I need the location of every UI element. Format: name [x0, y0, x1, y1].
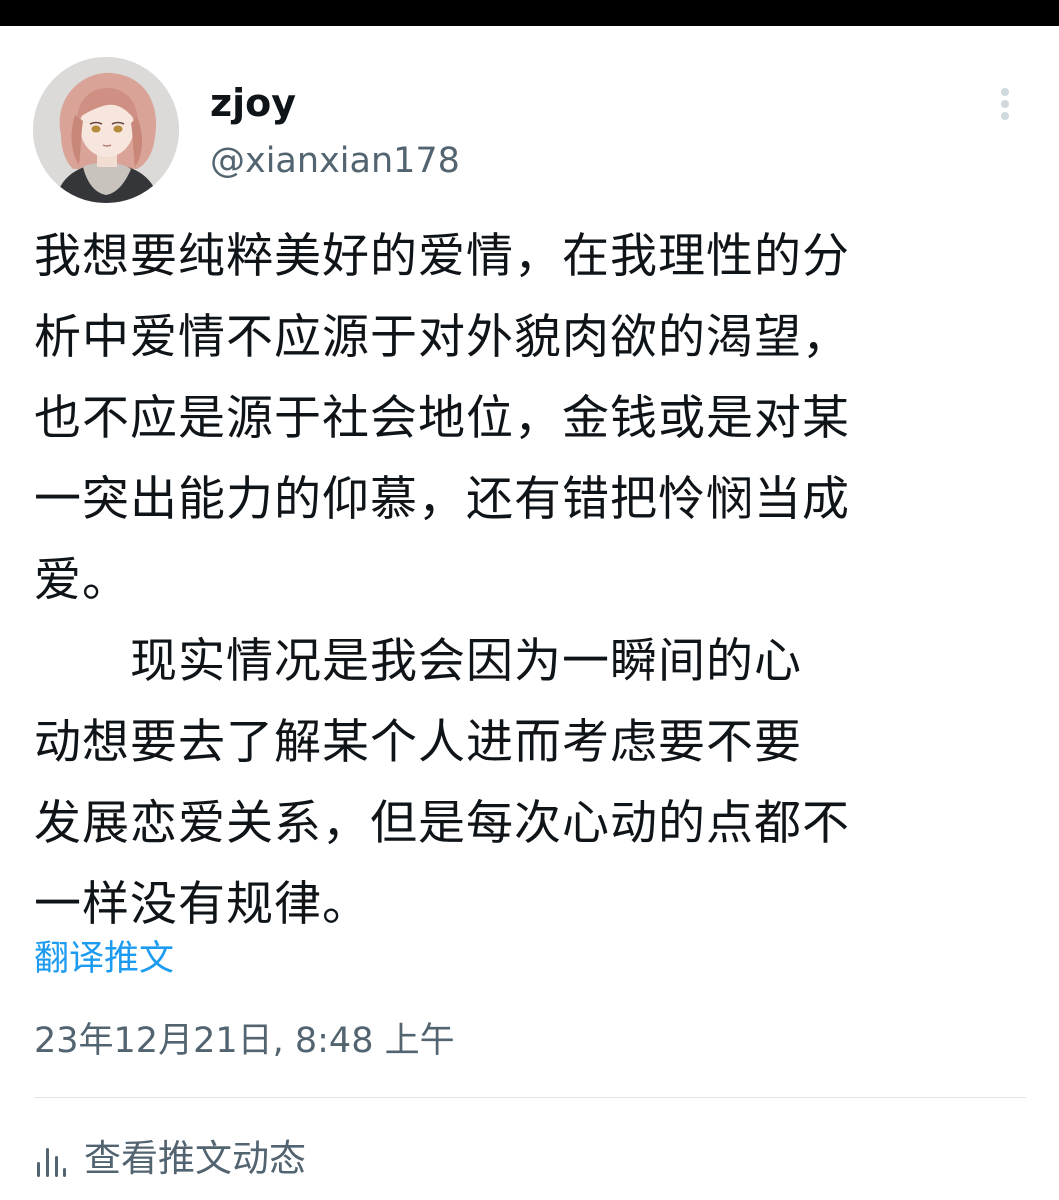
avatar[interactable]	[33, 57, 179, 203]
status-bar	[0, 0, 1059, 26]
tweet-detail-page: zjoy @xianxian178 我想要纯粹美好的爱情，在我理性的分 析中爱情…	[0, 0, 1059, 1200]
activity-label: 查看推文动态	[84, 1137, 306, 1180]
user-handle[interactable]: @xianxian178	[210, 138, 460, 184]
avatar-illustration	[33, 57, 179, 203]
display-name[interactable]: zjoy	[210, 80, 296, 126]
more-vertical-icon[interactable]	[990, 84, 1020, 124]
tweet-text: 我想要纯粹美好的爱情，在我理性的分 析中爱情不应源于对外貌肉欲的渴望， 也不应是…	[34, 229, 850, 932]
bar-chart-icon	[37, 1148, 66, 1177]
translate-tweet-link[interactable]: 翻译推文	[34, 936, 174, 982]
divider	[34, 1097, 1026, 1098]
tweet-timestamp[interactable]: 23年12月21日, 8:48 上午	[34, 1018, 455, 1064]
view-tweet-activity-button[interactable]: 查看推文动态	[34, 1130, 634, 1190]
